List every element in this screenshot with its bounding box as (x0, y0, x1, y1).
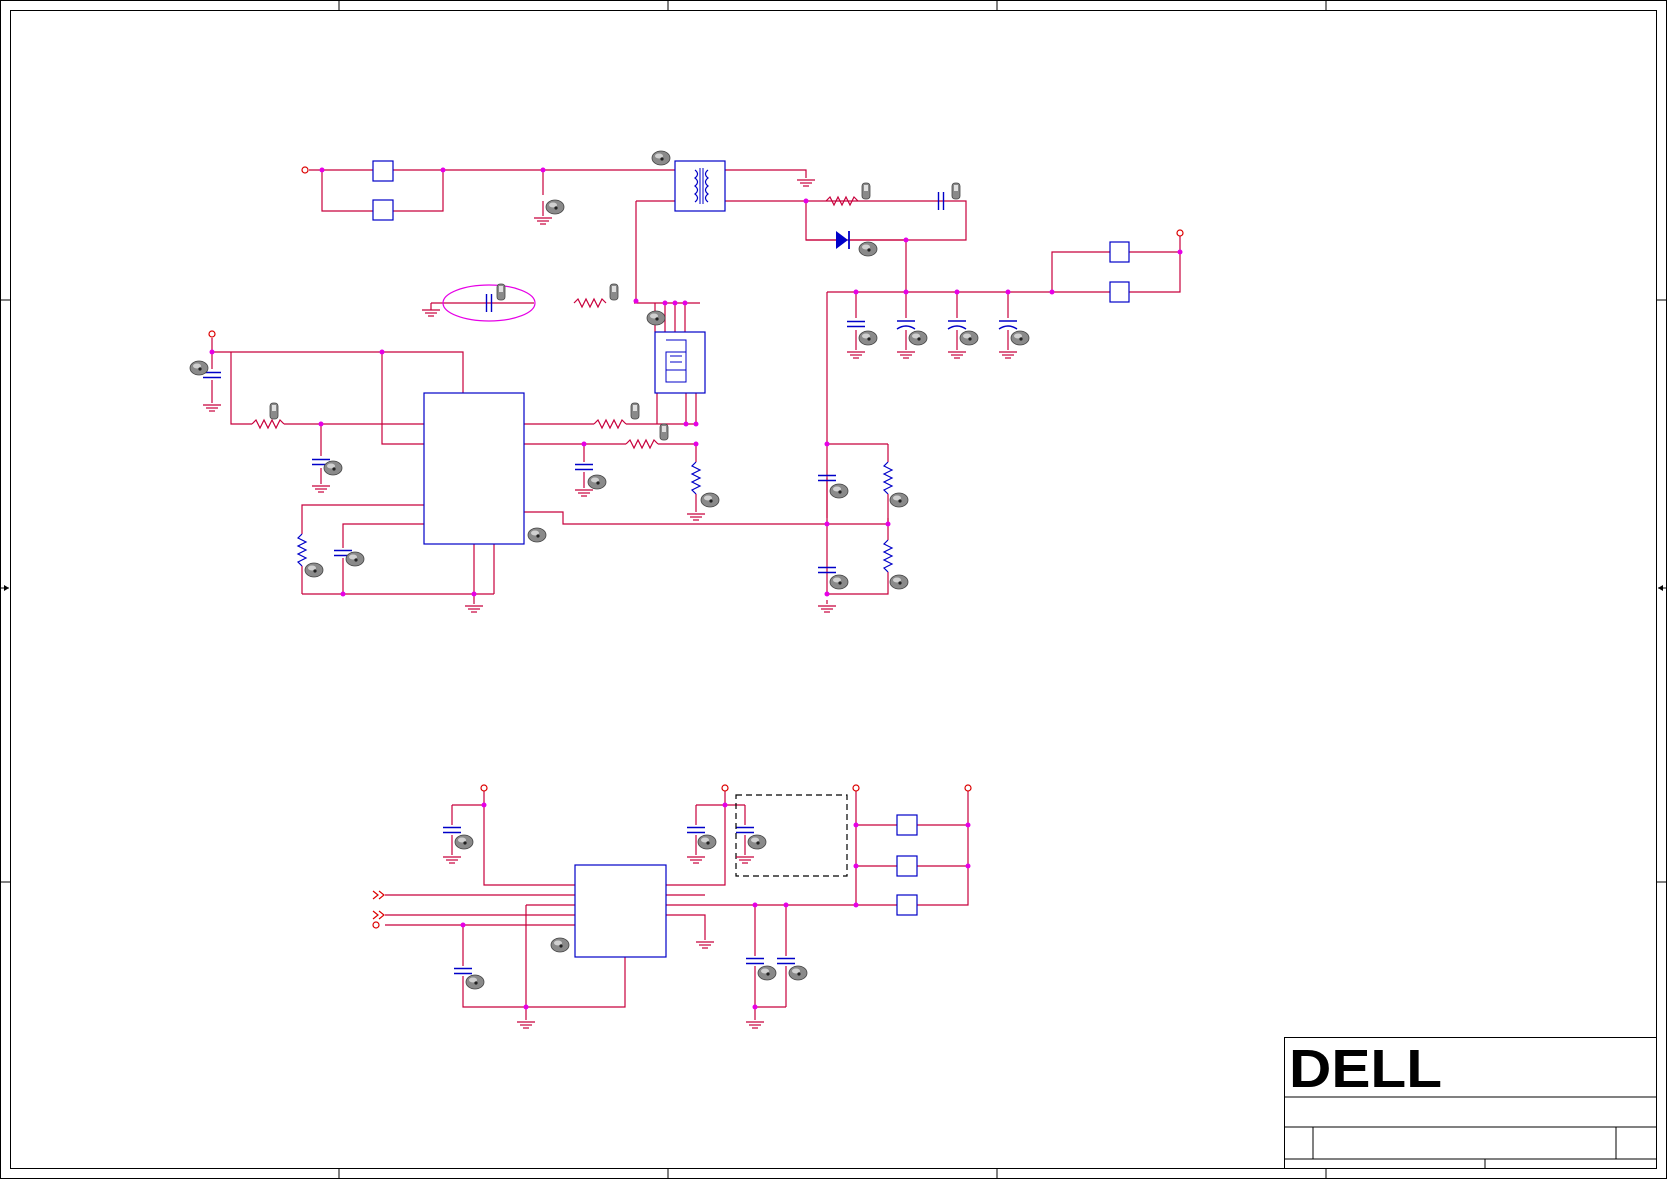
fuse-bottom (372, 199, 394, 221)
fuse-top (372, 160, 394, 182)
bottom-circuit-junctions (460, 802, 971, 1010)
dell-logo: DELL (1289, 1039, 1442, 1099)
bottom-fuse-2 (896, 855, 918, 877)
center-arrow-left (1, 585, 9, 591)
bottom-circuit-ports (480, 784, 972, 792)
bottom-circuit-components (442, 794, 918, 975)
bottom-circuit-signal-ports (372, 890, 385, 929)
transformer (674, 160, 726, 212)
output-fuse-top (1109, 241, 1130, 263)
mosfet (654, 331, 706, 394)
sheet-frame (0, 0, 1667, 1179)
diode (836, 231, 850, 249)
bottom-fuse-1 (896, 814, 918, 836)
bottom-fuse-3 (896, 894, 918, 916)
regulator-ic-bottom (574, 864, 667, 958)
top-circuit-tags (189, 150, 1030, 590)
top-circuit-grounds (202, 179, 1018, 613)
controller-ic-top (423, 392, 525, 545)
center-arrow-right (1658, 585, 1666, 591)
output-fuse-bottom (1109, 281, 1130, 303)
schematic-sheet: DELL (0, 0, 1667, 1179)
top-circuit-components (202, 160, 1130, 574)
